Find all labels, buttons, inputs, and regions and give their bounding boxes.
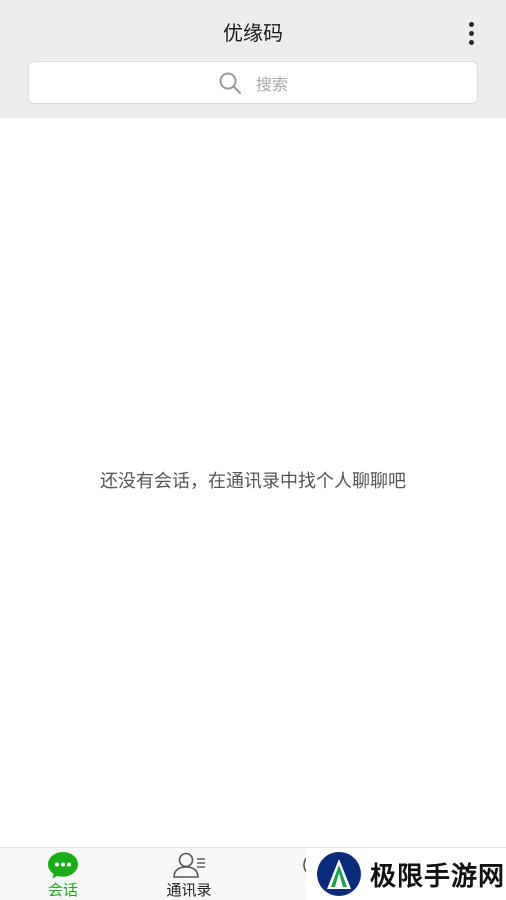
search-icon [219, 72, 242, 94]
tab-chats-label: 会话 [47, 881, 78, 899]
search-bar[interactable]: 搜索 [28, 61, 478, 104]
chat-bubble-icon [48, 852, 78, 879]
page-title: 优缘码 [223, 21, 283, 45]
app-root: 优缘码 搜索 还没有会话，在通讯录中找个人聊聊吧 会话 通讯录 极限手游网 [0, 0, 506, 900]
tab-contacts-label: 通讯录 [166, 881, 212, 899]
conversation-list: 还没有会话，在通讯录中找个人聊聊吧 [0, 118, 506, 847]
search-placeholder: 搜索 [255, 74, 288, 94]
more-vertical-icon [468, 39, 474, 45]
watermark-text: 极限手游网 [370, 861, 506, 892]
tab-chats[interactable]: 会话 [0, 848, 126, 900]
contacts-icon [173, 852, 205, 878]
more-vertical-icon [468, 21, 474, 27]
watermark-overlay: 极限手游网 [306, 848, 506, 900]
more-vertical-icon [468, 30, 474, 36]
tab-contacts[interactable]: 通讯录 [126, 848, 252, 900]
empty-state-message: 还没有会话，在通讯录中找个人聊聊吧 [100, 471, 406, 492]
watermark-logo-icon [317, 852, 361, 896]
more-options-button[interactable] [458, 16, 484, 50]
top-header: 优缘码 搜索 [0, 0, 506, 118]
